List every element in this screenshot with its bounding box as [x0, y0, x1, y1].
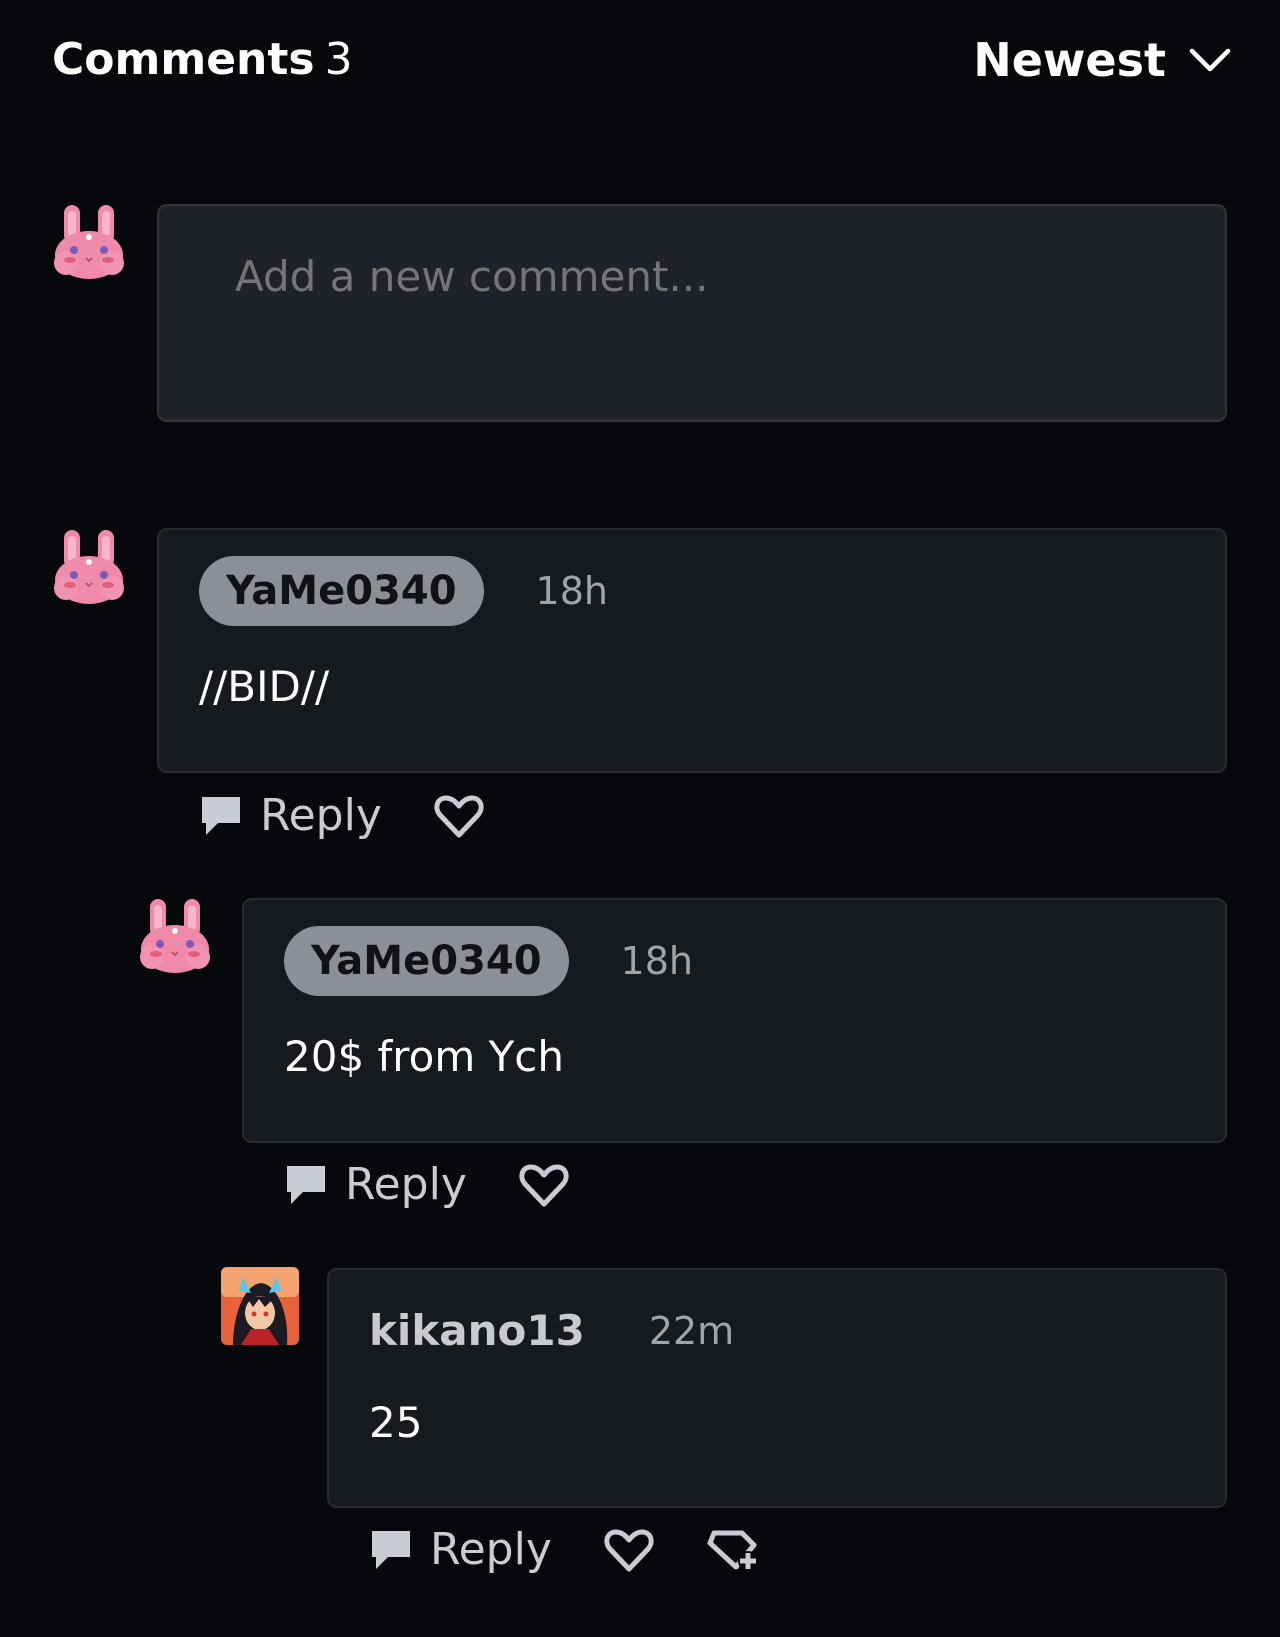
tag-plus-button[interactable] — [706, 1527, 760, 1573]
current-user-avatar — [52, 203, 130, 281]
comment-avatar[interactable] — [221, 1267, 299, 1345]
reply-label: Reply — [345, 1159, 467, 1210]
comment-timestamp: 18h — [620, 939, 693, 983]
comment-avatar[interactable] — [52, 528, 130, 606]
speech-bubble-icon — [198, 793, 244, 839]
comment-username[interactable]: YaMe0340 — [284, 926, 569, 996]
comment-timestamp: 22m — [648, 1309, 735, 1353]
sort-dropdown[interactable]: Newest — [973, 28, 1232, 92]
like-button[interactable] — [434, 793, 484, 839]
heart-icon — [519, 1162, 569, 1208]
comments-title-label: Comments — [52, 34, 315, 85]
comment-actions: Reply — [283, 1153, 569, 1217]
reply-button[interactable]: Reply — [368, 1518, 552, 1582]
comment-timestamp: 18h — [535, 569, 608, 613]
comments-title: Comments 3 — [52, 28, 353, 92]
comment-username[interactable]: kikano13 — [369, 1296, 585, 1366]
comments-header: Comments 3 Newest — [52, 28, 1232, 92]
reply-button[interactable]: Reply — [283, 1153, 467, 1217]
comment-username[interactable]: YaMe0340 — [199, 556, 484, 626]
comment-text: 25 — [369, 1398, 423, 1447]
comments-count: 3 — [324, 34, 353, 85]
speech-bubble-icon — [283, 1162, 329, 1208]
heart-icon — [434, 793, 484, 839]
reply-button[interactable]: Reply — [198, 784, 382, 848]
speech-bubble-icon — [368, 1527, 414, 1573]
comment-meta: YaMe0340 18h — [199, 556, 608, 626]
comment-meta: kikano13 22m — [369, 1296, 734, 1366]
comment-text: 20$ from Ych — [284, 1032, 564, 1081]
chevron-down-icon — [1188, 46, 1232, 74]
comment-actions: Reply — [368, 1518, 760, 1582]
tag-plus-icon — [706, 1527, 760, 1573]
like-button[interactable] — [604, 1527, 654, 1573]
sort-label: Newest — [973, 33, 1166, 87]
comment-text: //BID// — [199, 662, 330, 711]
like-button[interactable] — [519, 1162, 569, 1208]
reply-label: Reply — [430, 1524, 552, 1575]
character-portrait-icon — [221, 1267, 299, 1345]
new-comment-input[interactable] — [157, 204, 1227, 422]
heart-icon — [604, 1527, 654, 1573]
comment-card: YaMe0340 18h //BID// — [157, 528, 1227, 773]
comment-avatar[interactable] — [138, 897, 216, 975]
comment-meta: YaMe0340 18h — [284, 926, 693, 996]
comment-actions: Reply — [198, 784, 484, 848]
reply-label: Reply — [260, 790, 382, 841]
comment-card: kikano13 22m 25 — [327, 1268, 1227, 1508]
comment-card: YaMe0340 18h 20$ from Ych — [242, 898, 1227, 1143]
